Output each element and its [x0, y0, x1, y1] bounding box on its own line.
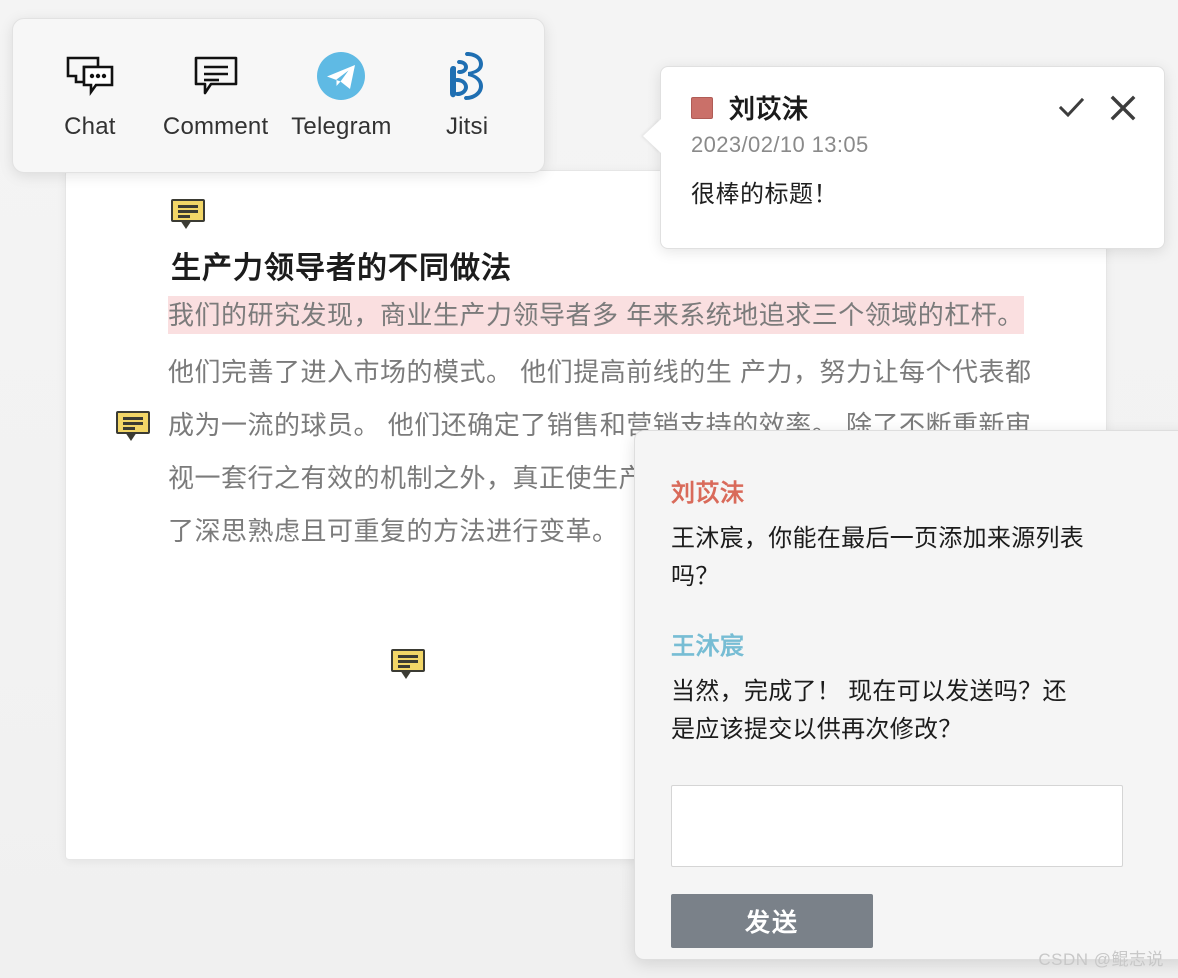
document-title: 生产力领导者的不同做法 [171, 252, 512, 285]
toolbar-item-label: Jitsi [445, 113, 489, 140]
author-color-swatch [691, 96, 713, 119]
comment-timestamp: 2023/02/10 13:05 [691, 132, 869, 157]
message-text: 王沐宸，你能在最后一页添加来源列表吗？ [671, 525, 1085, 590]
toolbar-item-jitsi[interactable]: Jitsi [408, 50, 526, 141]
toolbar-item-comment[interactable]: Comment [157, 50, 275, 141]
comment-popup-actions [1056, 93, 1138, 123]
comment-author: 刘苡沫 [729, 94, 809, 124]
comment-bubble-icon [391, 649, 425, 679]
send-button[interactable]: 发送 [671, 894, 873, 948]
comment-bubble-icon [116, 411, 150, 441]
screen-root: 生产力领导者的不同做法 我们的研究发现，商业生产力领导者多 年来系统地追求三个领… [0, 0, 1178, 978]
toolbar-item-label: Telegram [291, 113, 392, 140]
close-icon[interactable] [1108, 93, 1138, 123]
check-icon[interactable] [1056, 93, 1086, 123]
comment-body-text: 很棒的标题！ [691, 181, 838, 208]
chat-bubbles-icon [64, 50, 116, 102]
jitsi-icon [445, 50, 489, 102]
popup-tail [643, 119, 661, 153]
comment-bubble-icon [171, 199, 205, 229]
toolbar-item-chat[interactable]: Chat [31, 50, 149, 141]
chat-message-input[interactable] [671, 785, 1123, 867]
chat-message: 刘苡沫 王沐宸，你能在最后一页添加来源列表吗？ [671, 473, 1155, 596]
comment-popup-header: 刘苡沫 [661, 67, 1164, 126]
message-author: 刘苡沫 [671, 480, 745, 507]
comment-marker-title[interactable] [171, 199, 205, 229]
toolbar-item-telegram[interactable]: Telegram [282, 50, 400, 141]
chat-panel: 刘苡沫 王沐宸，你能在最后一页添加来源列表吗？ 王沐宸 当然，完成了！ 现在可以… [634, 430, 1178, 960]
chat-message: 王沐宸 当然，完成了！ 现在可以发送吗？还是应该提交以供再次修改？ [671, 626, 1155, 749]
telegram-icon [315, 50, 367, 102]
comment-bubble-icon [191, 50, 241, 102]
message-text: 当然，完成了！ 现在可以发送吗？还是应该提交以供再次修改？ [671, 678, 1067, 743]
comment-marker-inline[interactable] [391, 649, 425, 679]
highlighted-paragraph: 我们的研究发现，商业生产力领导者多 年来系统地追求三个领域的杠杆。 [168, 289, 1048, 342]
comment-marker-paragraph[interactable] [116, 411, 150, 441]
highlighted-text: 我们的研究发现，商业生产力领导者多 年来系统地追求三个领域的杠杆。 [168, 296, 1024, 334]
message-author: 王沐宸 [671, 633, 745, 660]
communication-toolbar: Chat Comment Telegram Jitsi [12, 18, 545, 173]
toolbar-item-label: Chat [64, 113, 116, 140]
toolbar-item-label: Comment [162, 113, 269, 140]
comment-popup: 刘苡沫 2023/02/10 13:05 很棒的标题！ [643, 66, 1165, 249]
